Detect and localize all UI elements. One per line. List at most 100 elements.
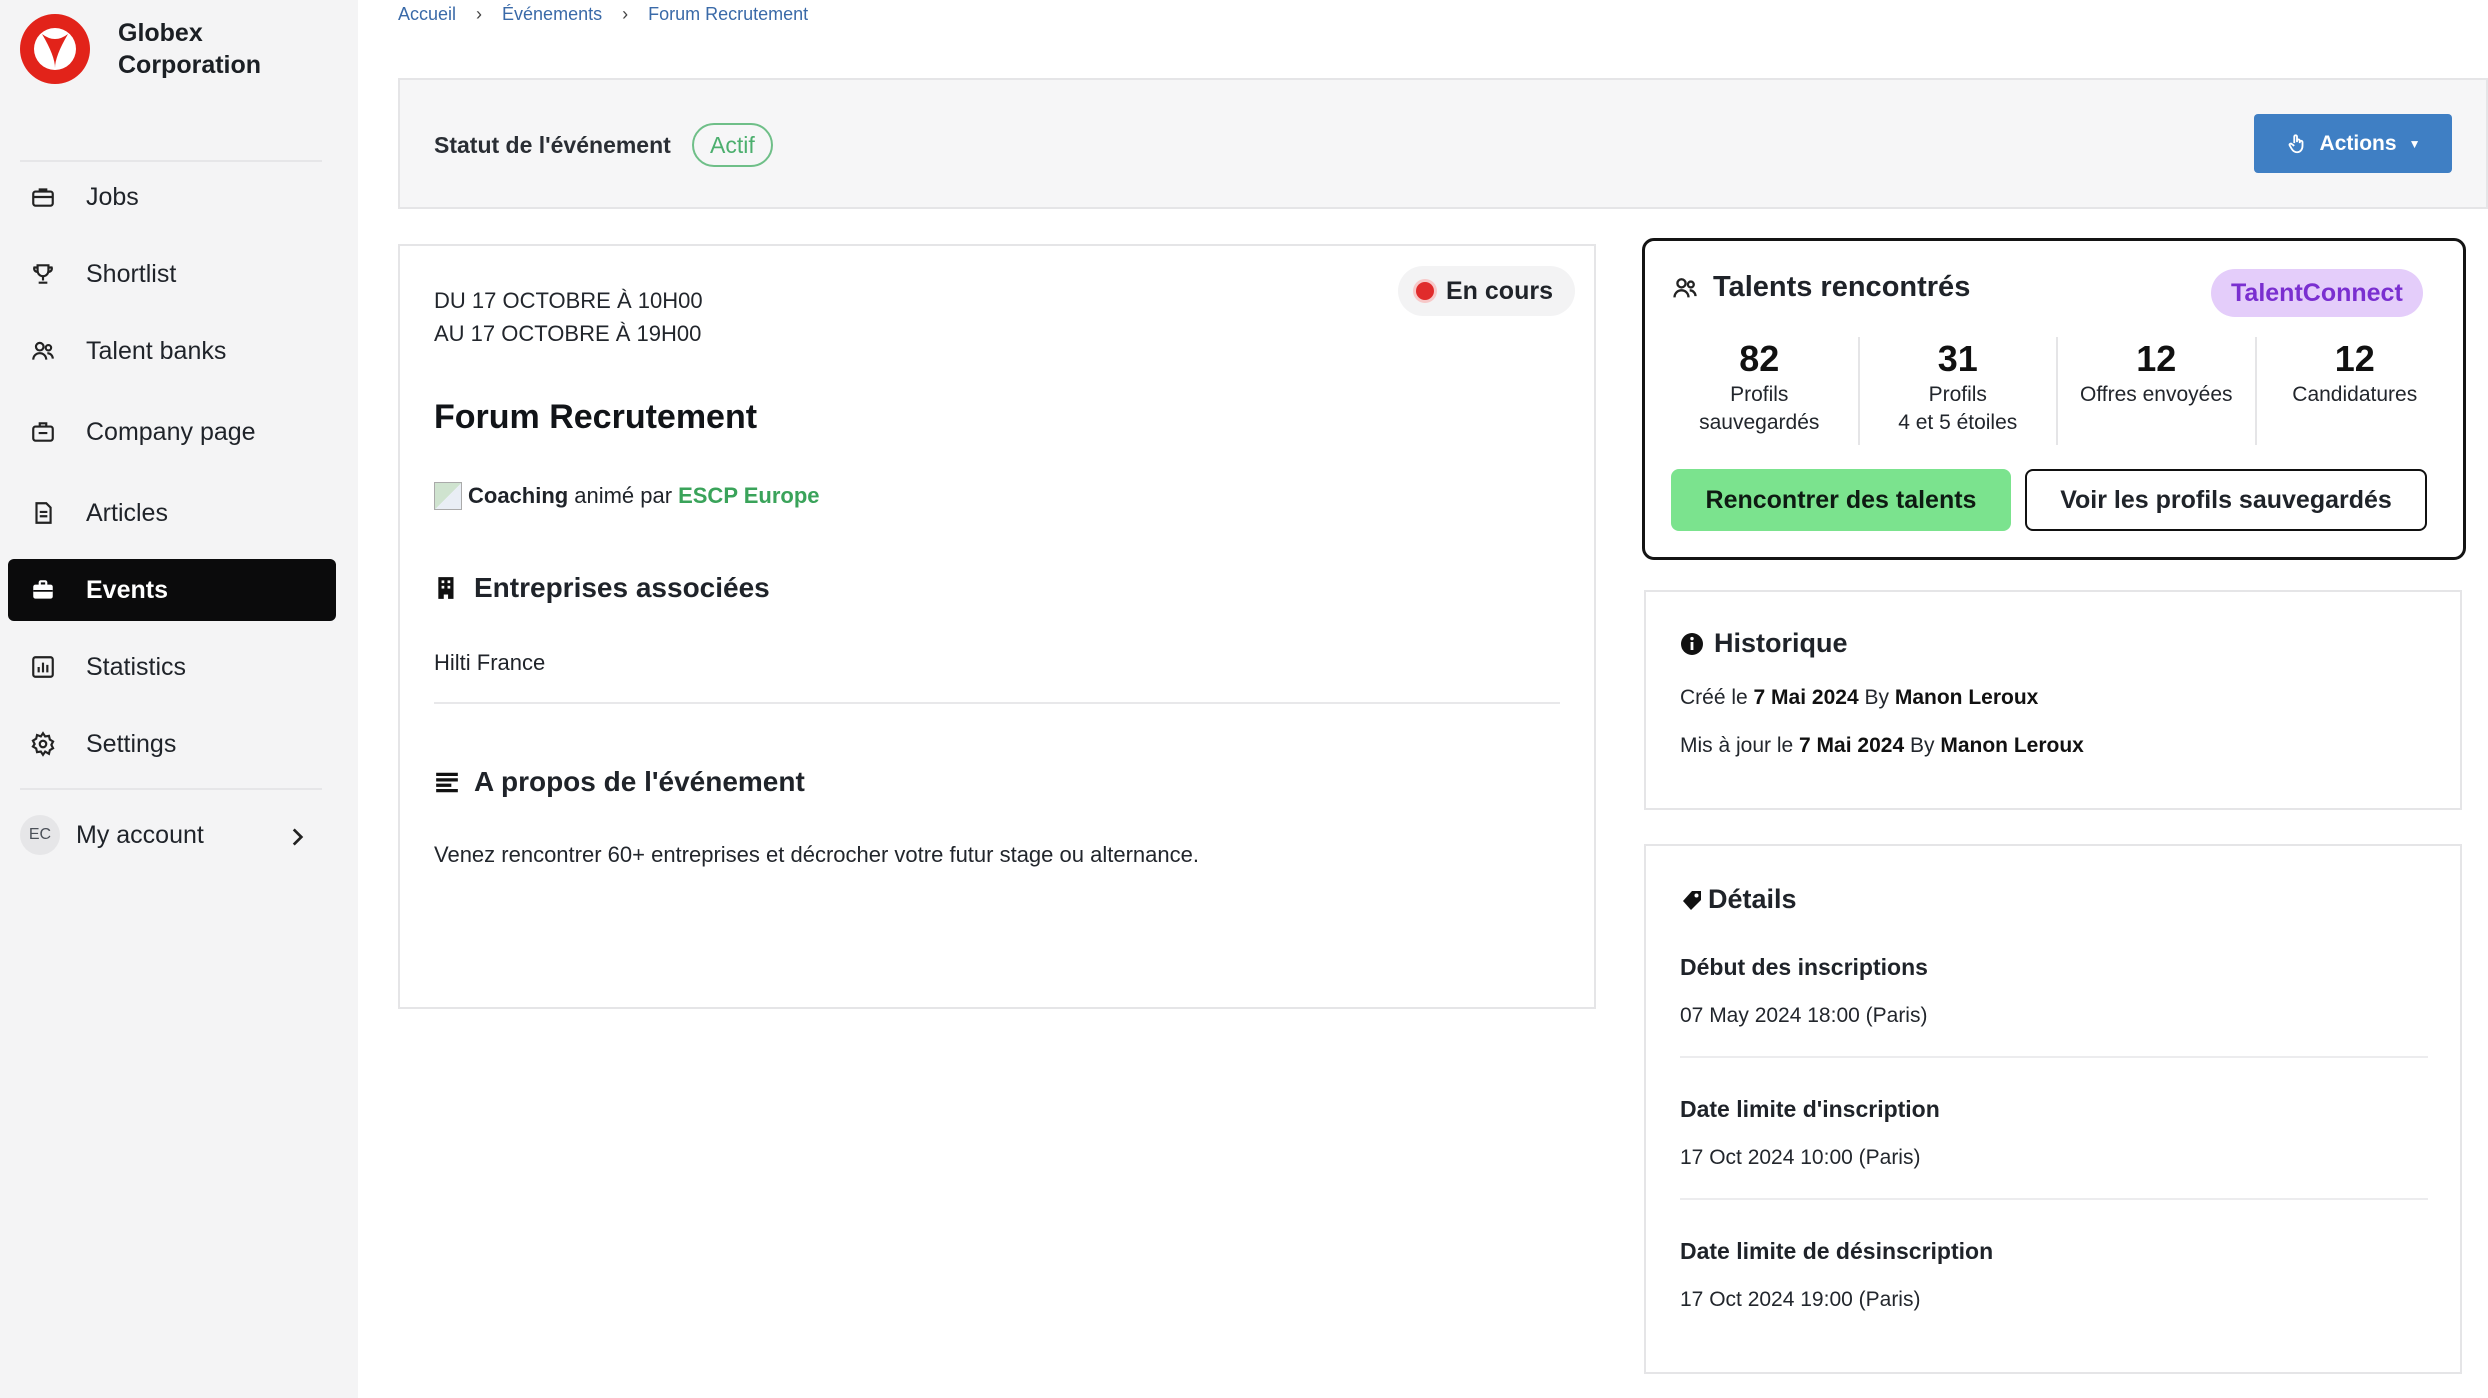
sidebar-item-company-page[interactable]: Company page (8, 401, 336, 463)
sidebar-item-statistics[interactable]: Statistics (8, 636, 336, 698)
breadcrumb-events[interactable]: Événements (502, 4, 602, 25)
companies-heading: Entreprises associées (434, 572, 770, 604)
stat-value: 31 (1937, 338, 1978, 379)
brand-name-line1: Globex (118, 19, 203, 47)
align-left-icon (436, 772, 458, 793)
chevron-right-icon: › (622, 4, 629, 24)
created-by: Manon Leroux (1894, 686, 2039, 709)
stat-applications: 12 Candidatures (2257, 337, 2454, 445)
history-heading: Historique (1680, 628, 1848, 659)
companies-heading-text: Entreprises associées (474, 572, 770, 603)
about-description: Venez rencontrer 60+ entreprises et décr… (434, 842, 1199, 867)
talentconnect-badge: TalentConnect (2211, 269, 2423, 317)
sidebar-item-articles[interactable]: Articles (8, 482, 336, 544)
sidebar-item-label: Company page (86, 417, 256, 446)
sidebar-item-label: Events (86, 575, 168, 604)
brand[interactable]: Globex Corporation (18, 12, 261, 86)
view-saved-profiles-button[interactable]: Voir les profils sauvegardés (2025, 469, 2427, 531)
detail-label: Date limite d'inscription (1680, 1096, 1940, 1122)
live-status-label: En cours (1446, 276, 1553, 305)
trophy-icon (28, 259, 58, 289)
updated-by: Manon Leroux (1940, 734, 2084, 757)
gear-icon (28, 729, 58, 759)
page-title: Forum Recrutement (434, 398, 758, 436)
users-icon (1673, 277, 1697, 297)
breadcrumb: Accueil › Événements › Forum Recrutement (398, 4, 808, 25)
globex-logo-icon (20, 14, 90, 84)
event-type: Coaching (468, 483, 569, 508)
pointer-hand-icon (2288, 133, 2303, 153)
stat-value: 12 (2136, 338, 2177, 379)
event-status-bar: Statut de l'événement Actif (398, 78, 2488, 209)
associated-company: Hilti France (434, 650, 546, 675)
detail-value: 17 Oct 2024 10:00 (Paris) (1680, 1146, 1921, 1169)
sidebar-item-my-account[interactable]: EC My account (14, 804, 330, 866)
sidebar-item-label: Talent banks (86, 336, 227, 365)
sidebar-item-talent-banks[interactable]: Talent banks (8, 320, 336, 382)
sidebar-divider (20, 160, 322, 162)
bar-chart-icon (28, 652, 58, 682)
hosted-by-text: animé par (574, 483, 673, 508)
history-updated: Mis à jour le 7 Mai 2024 By Manon Leroux (1680, 734, 2084, 758)
briefcase-icon (28, 182, 58, 212)
status-label: Statut de l'événement (434, 132, 671, 158)
history-created: Créé le 7 Mai 2024 By Manon Leroux (1680, 686, 2038, 710)
broken-image-icon (434, 482, 462, 510)
sidebar-item-jobs[interactable]: Jobs (8, 166, 336, 228)
breadcrumb-home[interactable]: Accueil (398, 4, 456, 25)
stat-label: Profils sauvegardés (1699, 383, 1820, 434)
details-card: Détails Début des inscriptions 07 May 20… (1644, 844, 2462, 1374)
breadcrumb-current[interactable]: Forum Recrutement (648, 4, 808, 25)
sidebar-item-events[interactable]: Events (8, 559, 336, 621)
meet-talents-button[interactable]: Rencontrer des talents (1671, 469, 2011, 531)
sidebar-item-label: Settings (86, 729, 177, 758)
live-status-badge: En cours (1398, 266, 1575, 316)
talents-met-card: Talents rencontrés TalentConnect 82 Prof… (1642, 238, 2466, 560)
sidebar-divider (20, 788, 322, 790)
live-dot-icon (1416, 282, 1434, 300)
organizer-link[interactable]: ESCP Europe (678, 483, 819, 509)
event-dates: DU 17 OCTOBRE À 10H00 AU 17 OCTOBRE À 19… (434, 284, 703, 350)
detail-label: Début des inscriptions (1680, 954, 1928, 980)
created-prefix: Créé le (1680, 686, 1748, 709)
chevron-right-icon (292, 828, 304, 846)
details-title: Détails (1708, 884, 1797, 914)
sidebar-item-label: Statistics (86, 652, 187, 681)
sidebar-item-label: Articles (86, 498, 168, 527)
history-title: Historique (1714, 628, 1848, 658)
updated-date: 7 Mai 2024 (1799, 734, 1905, 757)
actions-dropdown-button[interactable]: Actions ▼ (2254, 114, 2452, 173)
event-card: DU 17 OCTOBRE À 10H00 AU 17 OCTOBRE À 19… (398, 244, 1596, 1009)
stat-label: Offres envoyées (2079, 383, 2233, 406)
stat-label: Candidatures (2292, 383, 2418, 406)
brand-name-line2: Corporation (118, 51, 262, 79)
talent-stats: 82 Profils sauvegardés 31 Profils 4 et 5… (1661, 337, 2453, 445)
by-text: By (1909, 734, 1935, 757)
updated-prefix: Mis à jour le (1680, 734, 1794, 757)
detail-value: 07 May 2024 18:00 (Paris) (1680, 1004, 1928, 1027)
calendar-briefcase-icon (28, 575, 58, 605)
info-icon (1681, 632, 1703, 655)
about-heading-text: A propos de l'événement (474, 766, 805, 797)
sidebar-item-shortlist[interactable]: Shortlist (8, 243, 336, 305)
detail-value: 17 Oct 2024 19:00 (Paris) (1680, 1288, 1921, 1311)
stat-value: 12 (2334, 338, 2375, 379)
details-heading: Détails (1680, 884, 1797, 915)
history-card: Historique Créé le 7 Mai 2024 By Manon L… (1644, 590, 2462, 810)
stat-offers-sent: 12 Offres envoyées (2058, 337, 2257, 445)
caret-down-icon: ▼ (2408, 136, 2421, 151)
sidebar: Globex Corporation Jobs Shortlist Talent… (0, 0, 358, 1398)
status-badge: Actif (692, 123, 773, 167)
event-date-from: DU 17 OCTOBRE À 10H00 (434, 288, 703, 313)
about-heading: A propos de l'événement (434, 766, 805, 798)
stat-top-rated-profiles: 31 Profils 4 et 5 étoiles (1860, 337, 2058, 445)
detail-label: Date limite de désinscription (1680, 1238, 1994, 1264)
building-briefcase-icon (28, 417, 58, 447)
sidebar-item-settings[interactable]: Settings (8, 713, 336, 775)
stat-value: 82 (1739, 338, 1780, 379)
detail-divider (1680, 1198, 2428, 1200)
event-type-line: Coaching animé par ESCP Europe (434, 482, 820, 510)
chevron-right-icon: › (476, 4, 483, 24)
document-icon (28, 498, 58, 528)
talents-title-text: Talents rencontrés (1713, 271, 1971, 303)
